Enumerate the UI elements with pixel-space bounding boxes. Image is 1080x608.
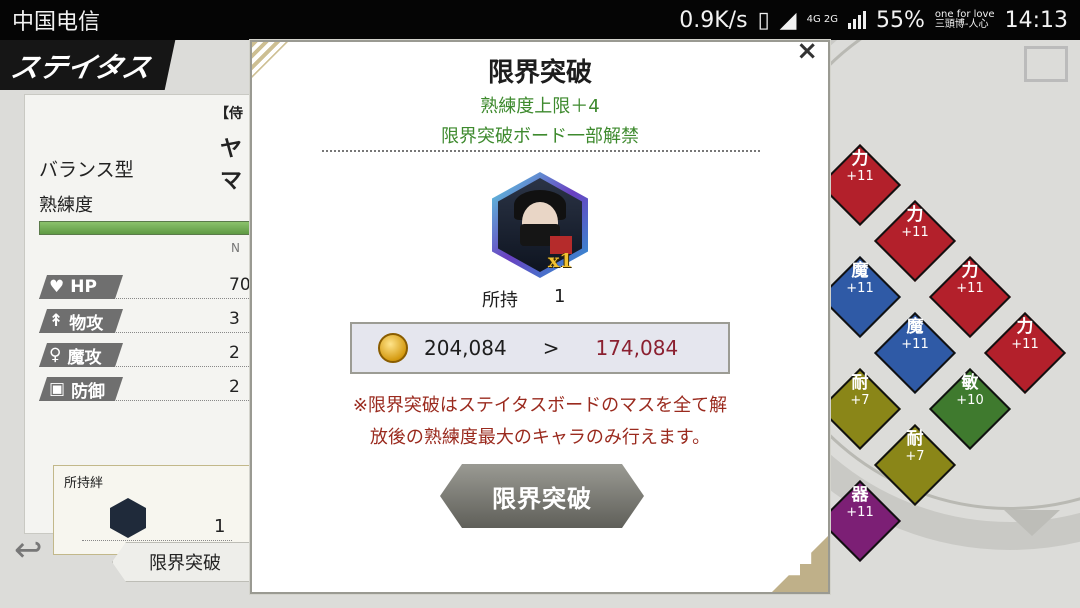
character-type: バランス型 bbox=[39, 159, 134, 181]
signal-icon bbox=[848, 11, 866, 29]
status-bar: 中国电信 0.9K/s ▯ ◢ 4G 2G 55% one for love 三… bbox=[0, 0, 1080, 40]
dialog-corner-ornament bbox=[772, 536, 828, 592]
owned-kizuna-box: 所持絆 1 bbox=[53, 465, 259, 555]
item-quantity: x1 bbox=[548, 250, 573, 272]
owned-kizuna-count: 1 bbox=[214, 516, 226, 537]
coins-after: 174,084 bbox=[595, 336, 679, 360]
limit-break-tab-button[interactable]: 限界突破 bbox=[112, 542, 262, 582]
divider bbox=[322, 150, 760, 152]
battery-level: 55% bbox=[876, 7, 925, 33]
clock: 14:13 bbox=[1004, 7, 1068, 33]
notice-line-1: ※限界突破はステイタスボードのマスを全て解 bbox=[352, 395, 728, 416]
status-indicators: 0.9K/s ▯ ◢ 4G 2G 55% one for love 三頭博-人心… bbox=[679, 8, 1068, 33]
coin-icon bbox=[378, 333, 408, 363]
proficiency-label: 熟練度 bbox=[39, 195, 93, 216]
proficiency-marker: N bbox=[231, 241, 240, 255]
owned-label: 所持 bbox=[482, 290, 518, 311]
board-tile-label: 力 +11 bbox=[846, 149, 874, 184]
stat-defense: ▣ 防御 2 bbox=[39, 377, 265, 401]
board-tile-label: 魔 +11 bbox=[846, 261, 874, 296]
owned-kizuna-label: 所持絆 bbox=[64, 476, 104, 491]
character-tag: 【侍 bbox=[215, 106, 243, 122]
coins-current: 204,084 bbox=[424, 336, 507, 360]
sword-icon: ↟ bbox=[49, 311, 64, 331]
stat-magic-attack: ♀ 魔攻 2 bbox=[39, 343, 265, 367]
limit-break-dialog: × 限界突破 熟練度上限＋4 限界突破ボード一部解禁 x1 所持 1 204,0… bbox=[250, 36, 830, 594]
effect-proficiency: 熟練度上限＋4 bbox=[480, 96, 600, 117]
board-tile-label: 力 +11 bbox=[1011, 317, 1039, 352]
vibrate-icon: ▯ bbox=[757, 7, 770, 33]
network-type: 4G 2G bbox=[806, 14, 838, 25]
dialog-title: 限界突破 bbox=[487, 58, 592, 88]
coins-arrow: > bbox=[542, 336, 560, 360]
back-icon[interactable]: ↩ bbox=[14, 530, 58, 574]
coin-cost-box: 204,084 > 174,084 bbox=[350, 322, 730, 374]
carrier-label: 中国电信 bbox=[12, 10, 101, 35]
owned-value: 1 bbox=[554, 286, 566, 307]
shield-icon: ▣ bbox=[49, 379, 66, 399]
board-tile-label: 魔 +11 bbox=[901, 317, 929, 352]
board-tile-label: 敏 +10 bbox=[956, 373, 984, 408]
music-info: one for love 三頭博-人心 bbox=[934, 9, 995, 30]
character-thumbnail bbox=[110, 498, 146, 538]
character-panel: 【侍 ヤマ バランス型 熟練度 N ♥ HP 70 ↟ 物攻 3 ♀ 魔攻 2 ▣ 防御… bbox=[24, 94, 265, 555]
net-speed: 0.9K/s bbox=[679, 7, 748, 33]
owned-row: 所持 1 bbox=[482, 286, 565, 312]
screen-title: ステイタス bbox=[0, 40, 176, 90]
heart-icon: ♥ bbox=[49, 277, 65, 297]
effect-board-unlock: 限界突破ボード一部解禁 bbox=[441, 126, 639, 147]
limit-break-button[interactable]: 限界突破 bbox=[440, 464, 644, 528]
board-tile-label: 力 +11 bbox=[901, 205, 929, 240]
proficiency-bar bbox=[39, 221, 259, 235]
board-tile-label: 器 +11 bbox=[846, 485, 874, 520]
stat-hp: ♥ HP 70 bbox=[39, 275, 265, 299]
wifi-icon: ◢ bbox=[779, 7, 797, 33]
board-tile-label: 耐 +7 bbox=[905, 429, 925, 464]
character-portrait: x1 bbox=[492, 172, 588, 278]
stat-physical-attack: ↟ 物攻 3 bbox=[39, 309, 265, 333]
board-tile-label: 力 +11 bbox=[956, 261, 984, 296]
notice-line-2: 放後の熟練度最大のキャラのみ行えます。 bbox=[369, 427, 711, 448]
staff-icon: ♀ bbox=[49, 345, 62, 365]
board-tile-label: 耐 +7 bbox=[850, 373, 870, 408]
